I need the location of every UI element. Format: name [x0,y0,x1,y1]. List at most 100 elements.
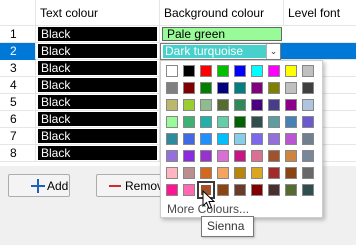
colour-swatch[interactable] [166,133,178,145]
colour-swatch[interactable] [200,150,212,162]
row-number[interactable]: 2 [0,43,36,60]
column-header-text-colour[interactable]: Text colour [36,0,160,26]
colour-swatch[interactable] [268,99,280,111]
colour-swatch[interactable] [268,65,280,77]
colour-swatch[interactable] [285,65,297,77]
text-colour-cell[interactable]: Black [36,145,160,162]
text-colour-cell[interactable]: Black [36,77,160,94]
text-colour-value: Black [38,61,157,75]
colour-palette-popup: More Colours... [160,60,323,218]
colour-swatch[interactable] [217,116,229,128]
colour-swatch[interactable] [302,82,314,94]
add-button-label: Add [47,179,69,193]
background-colour-combobox[interactable]: Dark turquoise ⌄ [160,43,281,60]
background-colour-cell[interactable]: Pale green [160,26,284,43]
text-colour-value: Black [38,129,157,143]
colour-swatch[interactable] [251,184,263,196]
colour-swatch[interactable] [183,133,195,145]
colour-swatch[interactable] [200,82,212,94]
colour-swatch[interactable] [302,116,314,128]
row-number[interactable]: 5 [0,94,36,111]
colour-swatch[interactable] [268,184,280,196]
add-button[interactable]: Add [8,174,70,197]
colour-swatch[interactable] [268,150,280,162]
colour-swatch[interactable] [268,133,280,145]
colour-swatch[interactable] [285,184,297,196]
colour-swatch[interactable] [302,65,314,77]
text-colour-cell[interactable]: Black [36,43,160,60]
colour-swatch[interactable] [302,150,314,162]
colour-swatch[interactable] [166,65,178,77]
colour-swatch[interactable] [251,167,263,179]
colour-swatch[interactable] [200,65,212,77]
colour-swatch[interactable] [183,116,195,128]
colour-swatch[interactable] [217,184,229,196]
colour-swatch[interactable] [217,167,229,179]
colour-swatch[interactable] [251,150,263,162]
colour-swatch[interactable] [302,99,314,111]
row-number[interactable]: 1 [0,26,36,43]
row-number[interactable]: 8 [0,145,36,162]
colour-swatch[interactable] [183,65,195,77]
colour-swatch[interactable] [217,82,229,94]
colour-swatch[interactable] [166,99,178,111]
colour-swatch[interactable] [166,167,178,179]
colour-swatch[interactable] [302,167,314,179]
colour-swatch[interactable] [183,184,195,196]
colour-swatch[interactable] [234,167,246,179]
colour-swatch[interactable] [251,116,263,128]
colour-swatch[interactable] [251,133,263,145]
colour-swatch[interactable] [183,167,195,179]
text-colour-cell[interactable]: Black [36,60,160,77]
text-colour-cell[interactable]: Black [36,94,160,111]
colour-swatch[interactable] [285,82,297,94]
colour-swatch[interactable] [268,116,280,128]
text-colour-cell[interactable]: Black [36,128,160,145]
colour-swatch[interactable] [183,82,195,94]
colour-swatch[interactable] [285,99,297,111]
colour-swatch[interactable] [200,99,212,111]
colour-swatch[interactable] [217,133,229,145]
text-colour-cell[interactable]: Black [36,26,160,43]
chevron-down-icon[interactable]: ⌄ [266,44,280,59]
colour-swatch[interactable] [166,150,178,162]
colour-swatch[interactable] [268,82,280,94]
colour-swatch[interactable] [200,167,212,179]
row-number[interactable]: 3 [0,60,36,77]
colour-swatch[interactable] [234,116,246,128]
colour-swatch[interactable] [234,133,246,145]
text-colour-cell[interactable]: Black [36,111,160,128]
colour-swatch[interactable] [166,82,178,94]
colour-swatch[interactable] [285,167,297,179]
colour-swatch[interactable] [234,65,246,77]
colour-swatch[interactable] [268,167,280,179]
colour-swatch[interactable] [251,99,263,111]
colour-swatch[interactable] [217,150,229,162]
colour-tooltip: Sienna [201,216,254,237]
colour-swatch[interactable] [217,65,229,77]
remove-button[interactable]: Remove [96,174,170,197]
colour-swatch[interactable] [166,116,178,128]
column-header-level-font[interactable]: Level font [284,0,356,26]
colour-swatch[interactable] [234,82,246,94]
colour-swatch[interactable] [234,150,246,162]
colour-swatch[interactable] [285,133,297,145]
colour-swatch[interactable] [251,65,263,77]
colour-swatch[interactable] [217,99,229,111]
row-number[interactable]: 6 [0,111,36,128]
colour-swatch[interactable] [200,116,212,128]
colour-swatch[interactable] [302,133,314,145]
colour-swatch[interactable] [285,150,297,162]
row-number[interactable]: 7 [0,128,36,145]
row-number[interactable]: 4 [0,77,36,94]
colour-swatch[interactable] [200,133,212,145]
colour-swatch[interactable] [166,184,178,196]
column-header-background-colour[interactable]: Background colour [160,0,284,26]
colour-swatch[interactable] [302,184,314,196]
colour-swatch[interactable] [183,150,195,162]
colour-swatch[interactable] [183,99,195,111]
colour-swatch[interactable] [251,82,263,94]
colour-swatch[interactable] [234,99,246,111]
colour-swatch[interactable] [285,116,297,128]
colour-swatch[interactable] [234,184,246,196]
